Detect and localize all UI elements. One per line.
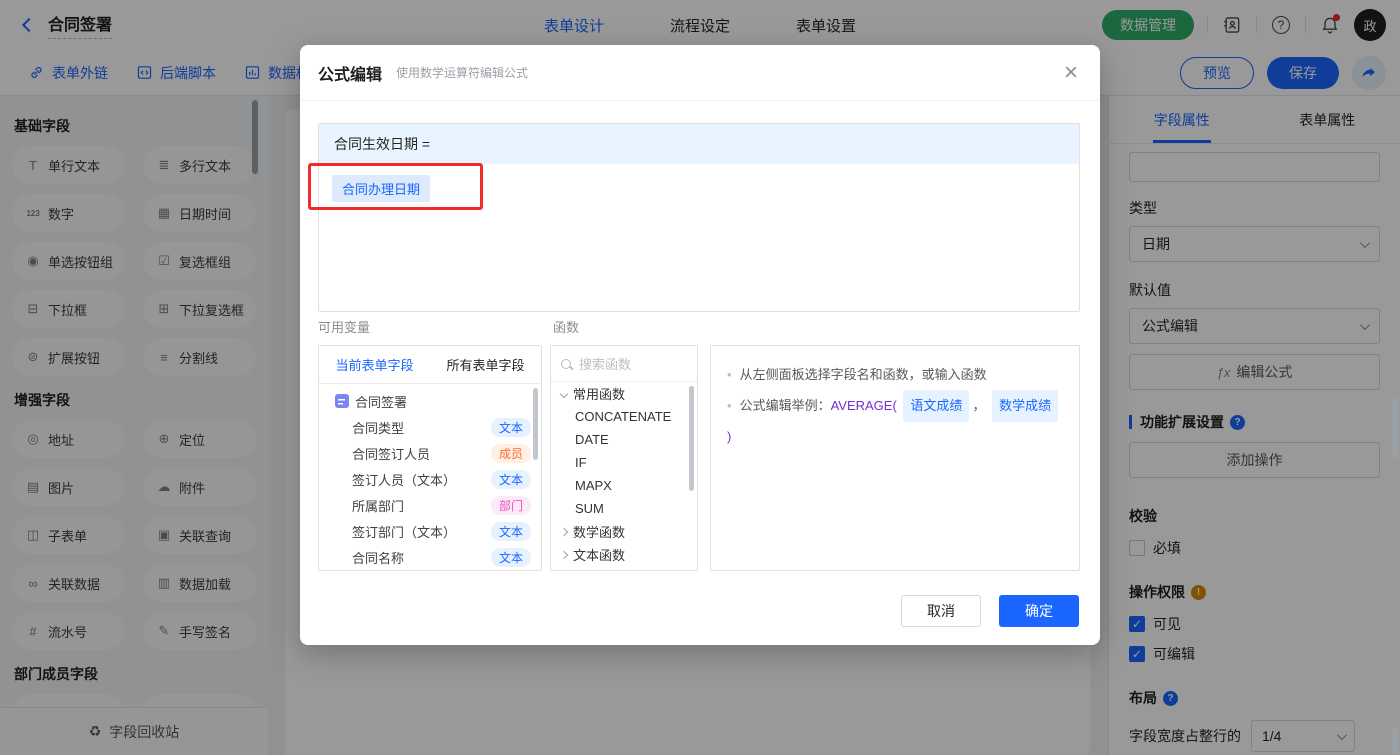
- function-name: MAPX: [575, 478, 612, 493]
- variable-field-tag: 部门: [490, 495, 531, 515]
- formula-target: 合同生效日期 =: [319, 124, 1079, 164]
- function-group-name: 数学函数: [573, 525, 626, 540]
- variable-form-row[interactable]: 合同签署: [319, 388, 541, 414]
- formula-editor-modal: 公式编辑 使用数学运算符编辑公式 × 合同生效日期 = 合同办理日期 可用变量 …: [300, 45, 1100, 645]
- variable-field-row[interactable]: 签订部门（文本） 文本: [319, 518, 541, 544]
- variable-field-name: 合同名称: [352, 550, 405, 566]
- search-icon: [561, 358, 571, 369]
- variable-field-tag: 文本: [490, 547, 531, 567]
- function-item[interactable]: IF: [551, 451, 697, 474]
- function-name: SUM: [575, 501, 604, 516]
- variables-panel: 当前表单字段 所有表单字段 合同签署 合同类型 文本 合同签订人员 成员 签订人员（文本）…: [318, 345, 542, 571]
- variable-field-tag: 文本: [490, 469, 531, 489]
- modal-subtitle: 使用数学运算符编辑公式: [396, 66, 529, 80]
- variable-field-row[interactable]: 所属部门 部门: [319, 492, 541, 518]
- tab-all-form-fields[interactable]: 所有表单字段: [430, 346, 541, 383]
- modal-title: 公式编辑: [318, 66, 383, 84]
- chevron-right-icon: [559, 527, 569, 536]
- function-group-collapsed[interactable]: 数学函数: [551, 520, 697, 543]
- window-scrollbar[interactable]: [1392, 728, 1398, 755]
- modal-footer: 取消 确定: [300, 579, 1100, 645]
- formula-editor-box[interactable]: 合同生效日期 = 合同办理日期: [318, 123, 1080, 312]
- variables-label: 可用变量: [318, 320, 371, 335]
- formula-help-panel: • 从左侧面板选择字段名和函数，或输入函数 • 公式编辑举例：AVERAGE( 语文…: [710, 345, 1080, 571]
- variable-field-row[interactable]: 合同名称 文本: [319, 544, 541, 570]
- variable-field-tag: 成员: [490, 443, 531, 463]
- close-icon[interactable]: ×: [1064, 61, 1078, 85]
- variable-field-row[interactable]: 合同签订人员 成员: [319, 440, 541, 466]
- function-group-collapsed[interactable]: 文本函数: [551, 543, 697, 566]
- variable-field-row[interactable]: 合同类型 文本: [319, 414, 541, 440]
- app-window: 合同签署 表单设计 流程设定 表单设置 数据管理 ? 政 表单外链 后端脚本 数…: [0, 0, 1400, 755]
- cancel-button[interactable]: 取消: [901, 595, 981, 627]
- variable-field-name: 签订人员（文本）: [352, 472, 457, 488]
- confirm-button[interactable]: 确定: [999, 595, 1079, 627]
- function-item[interactable]: CONCATENATE: [551, 405, 697, 428]
- function-name: CONCATENATE: [575, 409, 672, 424]
- functions-label: 函数: [553, 320, 580, 335]
- help-tip-2: • 公式编辑举例：AVERAGE( 语文成绩， 数学成绩): [727, 390, 1063, 452]
- function-item[interactable]: MAPX: [551, 474, 697, 497]
- function-search-input[interactable]: 搜索函数: [551, 346, 697, 382]
- variable-field-tag: 文本: [490, 521, 531, 541]
- form-doc-icon: [335, 394, 349, 408]
- variable-field-tag: 文本: [490, 417, 531, 437]
- function-item[interactable]: SUM: [551, 497, 697, 520]
- function-group-name: 文本函数: [573, 548, 626, 563]
- variable-field-name: 所属部门: [352, 498, 405, 514]
- function-group-expanded[interactable]: 常用函数: [551, 382, 697, 405]
- example-chip: 语文成绩: [903, 390, 970, 422]
- chevron-right-icon: [559, 550, 569, 559]
- function-name: IF: [575, 455, 587, 470]
- help-tip-1: • 从左侧面板选择字段名和函数，或输入函数: [727, 367, 987, 382]
- example-chip: 数学成绩: [992, 390, 1059, 422]
- variable-field-name: 合同签订人员: [352, 446, 431, 462]
- functions-panel: 搜索函数 常用函数 CONCATENATE DATE IF MAPX SUM 数学函数文本函…: [550, 345, 698, 571]
- variable-field-name: 签订部门（文本）: [352, 524, 457, 540]
- function-name: DATE: [575, 432, 609, 447]
- formula-field-chip[interactable]: 合同办理日期: [332, 175, 431, 202]
- window-scrollbar[interactable]: [1392, 398, 1398, 458]
- function-group-name: 常用函数: [573, 387, 626, 402]
- tab-current-form-fields[interactable]: 当前表单字段: [319, 346, 430, 383]
- variable-field-row[interactable]: 签订人员（文本） 文本: [319, 466, 541, 492]
- variable-form-name: 合同签署: [355, 394, 408, 410]
- chevron-down-icon: [559, 389, 569, 398]
- variable-field-name: 合同类型: [352, 420, 405, 436]
- functions-scrollbar[interactable]: [689, 386, 694, 491]
- variables-scrollbar[interactable]: [533, 388, 538, 460]
- function-item[interactable]: DATE: [551, 428, 697, 451]
